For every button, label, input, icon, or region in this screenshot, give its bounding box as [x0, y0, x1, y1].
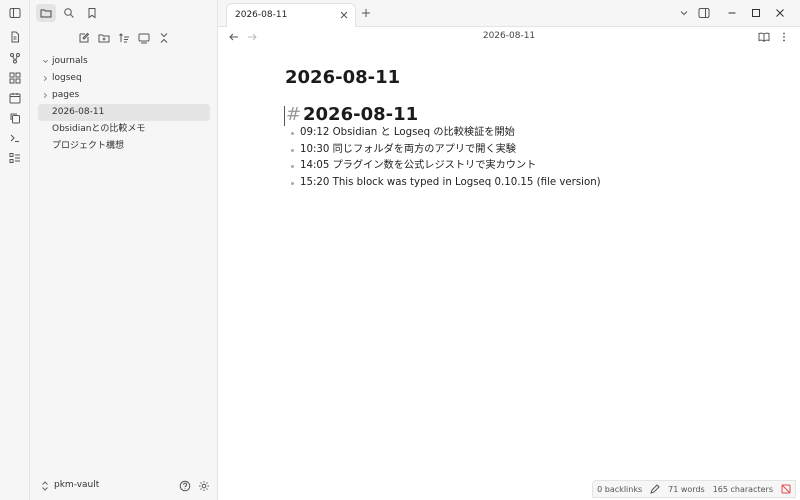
list-item-text: 10:30 同じフォルダを両方のアプリで開く実験: [300, 143, 516, 155]
chevron-right-icon[interactable]: [41, 70, 49, 87]
bullet-list: 09:12 Obsidian と Logseq の比較検証を開始 10:30 同…: [290, 125, 770, 191]
terminal-icon[interactable]: [8, 131, 22, 145]
maximize-icon[interactable]: [750, 7, 762, 19]
heading-marker: #: [286, 104, 302, 125]
sync-disabled-icon[interactable]: [781, 484, 791, 494]
tree-item-label: logseq: [52, 73, 82, 83]
copy-icon[interactable]: [8, 111, 22, 125]
grid-icon[interactable]: [8, 71, 22, 85]
tree-item-label: プロジェクト構想: [52, 141, 125, 151]
book-open-icon[interactable]: [758, 31, 770, 43]
tab-bar: 2026-08-11: [218, 0, 800, 27]
search-icon[interactable]: [59, 4, 79, 22]
list-icon[interactable]: [8, 151, 22, 165]
new-note-icon[interactable]: [76, 30, 92, 46]
breadcrumb[interactable]: 2026-08-11: [218, 31, 800, 41]
tree-folder-logseq[interactable]: logseq: [38, 70, 210, 87]
file-icon[interactable]: [8, 30, 22, 44]
tab-title: 2026-08-11: [235, 10, 288, 20]
tab-2026-08-11[interactable]: 2026-08-11: [226, 3, 356, 27]
bullet-dot: [291, 181, 294, 185]
help-icon[interactable]: [179, 480, 191, 492]
bullet-dot: [291, 165, 294, 168]
inline-title[interactable]: 2026-08-11: [285, 67, 400, 88]
chevron-down-icon[interactable]: [678, 7, 690, 19]
editor-area: 2026-08-11 2026-08-11 2026-08-11 # 2026-…: [218, 0, 800, 500]
heading-text: 2026-08-11: [303, 104, 419, 125]
new-tab-button[interactable]: [360, 7, 372, 19]
character-count: 165 characters: [712, 484, 773, 494]
chevron-up-down-icon[interactable]: [40, 480, 50, 492]
pencil-icon[interactable]: [650, 484, 660, 494]
chevron-right-icon[interactable]: [41, 87, 49, 104]
word-count: 71 words: [668, 484, 705, 494]
text-cursor: [284, 106, 285, 126]
more-options-icon[interactable]: [778, 31, 790, 43]
collapse-view-icon[interactable]: [136, 30, 152, 46]
tree-file-project-concept[interactable]: プロジェクト構想: [38, 138, 210, 155]
file-explorer-toolbar: [30, 30, 218, 48]
sidebar-tab-bar: [30, 0, 218, 26]
backlinks-count[interactable]: 0 backlinks: [597, 485, 642, 494]
list-item[interactable]: 14:05 プラグイン数を公式レジストリで実カウント: [290, 158, 770, 175]
tree-item-label: journals: [52, 56, 88, 66]
collapse-all-icon[interactable]: [156, 30, 172, 46]
chevron-down-icon[interactable]: [41, 53, 49, 70]
tree-item-label: pages: [52, 90, 80, 100]
minimize-icon[interactable]: [726, 7, 738, 19]
status-bar: 0 backlinks 71 words 165 characters: [592, 480, 796, 498]
ribbon: [0, 0, 30, 500]
tree-item-label: Obsidianとの比較メモ: [52, 124, 146, 134]
file-explorer-sidebar: journals logseq pages 2026-08-11 Obsidia…: [30, 0, 218, 500]
gear-icon[interactable]: [198, 480, 210, 492]
vault-switcher[interactable]: pkm-vault: [30, 472, 218, 500]
sort-icon[interactable]: [116, 30, 132, 46]
list-item-text: 09:12 Obsidian と Logseq の比較検証を開始: [300, 127, 515, 138]
tree-folder-journals[interactable]: journals: [38, 53, 210, 70]
list-item[interactable]: 15:20 This block was typed in Logseq 0.1…: [290, 175, 770, 192]
calendar-icon[interactable]: [8, 91, 22, 105]
bookmark-icon[interactable]: [82, 4, 102, 22]
tree-item-label: 2026-08-11: [52, 107, 105, 117]
file-tree: journals logseq pages 2026-08-11 Obsidia…: [38, 53, 210, 155]
folder-icon[interactable]: [36, 4, 56, 22]
tree-folder-pages[interactable]: pages: [38, 87, 210, 104]
list-item[interactable]: 09:12 Obsidian と Logseq の比較検証を開始: [290, 125, 770, 142]
graph-icon[interactable]: [8, 51, 22, 65]
new-folder-icon[interactable]: [96, 30, 112, 46]
tree-file-obsidian-comparison[interactable]: Obsidianとの比較メモ: [38, 121, 210, 138]
list-item-text: 15:20 This block was typed in Logseq 0.1…: [300, 176, 601, 188]
list-item-text: 14:05 プラグイン数を公式レジストリで実カウント: [300, 160, 537, 171]
bullet-dot: [291, 132, 294, 135]
close-icon[interactable]: [339, 10, 349, 20]
tree-file-2026-08-11[interactable]: 2026-08-11: [38, 104, 210, 121]
sidebar-right-toggle-icon[interactable]: [698, 7, 710, 19]
bullet-dot: [291, 148, 294, 152]
vault-name[interactable]: pkm-vault: [54, 480, 99, 490]
view-header: 2026-08-11: [218, 27, 800, 47]
window-close-icon[interactable]: [774, 7, 786, 19]
sidebar-toggle-icon[interactable]: [8, 6, 22, 20]
list-item[interactable]: 10:30 同じフォルダを両方のアプリで開く実験: [290, 142, 770, 159]
